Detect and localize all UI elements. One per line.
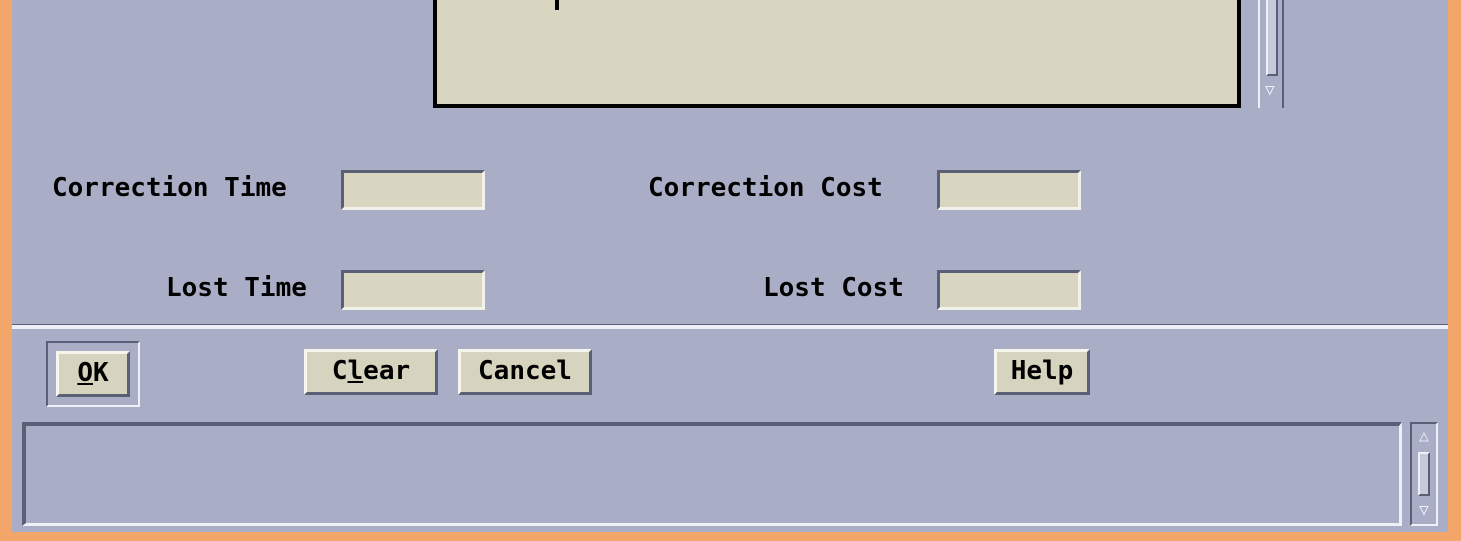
ok-label-rest: K (93, 358, 109, 388)
button-row-separator (12, 324, 1448, 329)
lost-time-field[interactable] (341, 270, 485, 310)
notes-scrollbar-thumb[interactable] (1266, 0, 1278, 76)
message-area[interactable] (22, 422, 1402, 526)
clear-mnemonic: l (347, 356, 364, 386)
clear-label-rest: ear (363, 356, 411, 386)
message-scrollbar[interactable]: △ ▽ (1410, 422, 1438, 526)
correction-time-field[interactable] (341, 170, 485, 210)
lost-cost-label: Lost Cost (763, 273, 904, 303)
scroll-down-arrow-icon[interactable]: ▽ (1416, 502, 1432, 518)
notes-scrollbar[interactable]: ▽ (1258, 0, 1284, 108)
message-scrollbar-thumb[interactable] (1418, 452, 1430, 496)
ok-button[interactable]: OK (56, 351, 130, 397)
correction-cost-field[interactable] (937, 170, 1081, 210)
notes-text-area[interactable] (433, 0, 1241, 108)
correction-cost-label: Correction Cost (648, 173, 883, 203)
help-button[interactable]: Help (994, 349, 1090, 395)
scroll-down-arrow-icon[interactable]: ▽ (1265, 82, 1275, 98)
cancel-button[interactable]: Cancel (458, 349, 592, 395)
clear-label-start: C (331, 356, 348, 386)
text-cursor (555, 0, 559, 10)
clear-button[interactable]: Clear (304, 349, 438, 395)
scroll-up-arrow-icon[interactable]: △ (1416, 428, 1432, 444)
lost-cost-field[interactable] (937, 270, 1081, 310)
correction-time-label: Correction Time (52, 173, 287, 203)
ok-mnemonic: O (77, 358, 93, 388)
lost-time-label: Lost Time (166, 273, 307, 303)
dialog-window: ▽ Correction Time Correction Cost Lost T… (12, 0, 1448, 532)
